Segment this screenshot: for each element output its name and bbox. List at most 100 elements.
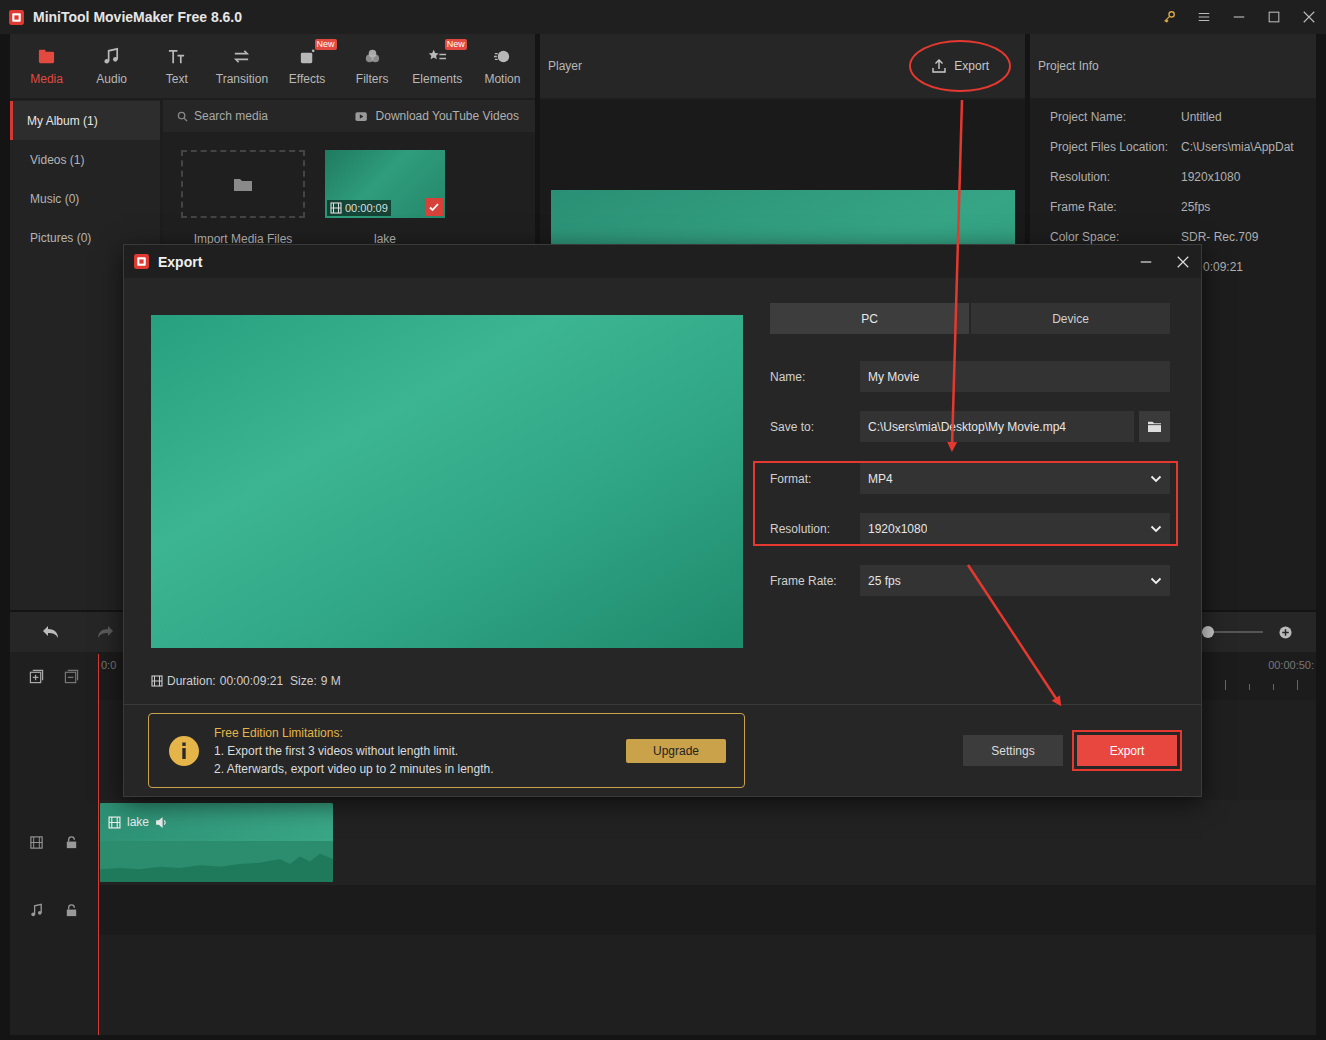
field-label: Frame Rate:: [770, 574, 860, 588]
app-logo-icon: [8, 9, 25, 26]
activate-button[interactable]: [1151, 0, 1186, 34]
info-row: Frame Rate:25fps: [1050, 192, 1316, 222]
empty-track: [98, 935, 1316, 1035]
media-tiles: Import Media Files00:00:09lake: [163, 132, 535, 246]
dialog-button[interactable]: Settings: [963, 735, 1063, 766]
main-toolbar: Media Audio Text Transition NewEffects Filter…: [10, 34, 535, 98]
import-media-tile[interactable]: Import Media Files: [181, 150, 305, 246]
preview-column: Duration:00:00:09:21Size:9 M: [151, 303, 743, 704]
toolbar-tab[interactable]: Filters: [340, 34, 405, 98]
toolbar-tab-label: Effects: [289, 72, 325, 86]
settings-column: PCDeviceName:My MovieSave to:C:\Users\mi…: [770, 303, 1170, 704]
close-button[interactable]: [1291, 0, 1326, 34]
import-box[interactable]: [181, 150, 305, 218]
speaker-icon[interactable]: [155, 816, 168, 829]
info-row: Project Files Location:C:\Users\mia\AppD…: [1050, 132, 1316, 162]
media-icon: [37, 47, 56, 66]
menu-icon: [1197, 10, 1211, 24]
dialog-button[interactable]: Export: [1077, 735, 1177, 766]
menu-button[interactable]: [1186, 0, 1221, 34]
video-track-icon: [29, 835, 44, 850]
field-group: Format:MP4Resolution:1920x1080: [753, 461, 1178, 546]
lock-icon[interactable]: [64, 903, 79, 918]
toolbar-tab[interactable]: Motion: [470, 34, 535, 98]
field-input[interactable]: 25 fps: [860, 565, 1170, 596]
field-label: Save to:: [770, 420, 860, 434]
field-row: Resolution:1920x1080: [770, 513, 1170, 544]
timeline-clip[interactable]: lake: [100, 803, 333, 882]
zoom-knob[interactable]: [1202, 626, 1214, 638]
waveform-icon: [100, 841, 333, 882]
search-icon: [177, 111, 188, 122]
toolbar-tab[interactable]: Text: [144, 34, 209, 98]
export-highlight: Export: [909, 40, 1011, 92]
export-preview: [151, 315, 743, 648]
toolbar-tab[interactable]: NewEffects: [275, 34, 340, 98]
toolbar-tab[interactable]: NewElements: [405, 34, 470, 98]
audio-icon: [102, 47, 121, 66]
dialog-minimize-button[interactable]: [1127, 245, 1164, 278]
playhead[interactable]: [98, 654, 99, 1035]
dialog-close-button[interactable]: [1164, 245, 1201, 278]
info-row: Resolution:1920x1080: [1050, 162, 1316, 192]
project-info-header: Project Info: [1030, 34, 1316, 98]
audio-track: [98, 885, 1316, 935]
media-clip[interactable]: 00:00:09lake: [323, 150, 447, 246]
album-item[interactable]: Videos (1): [10, 140, 160, 179]
redo-button[interactable]: [90, 617, 120, 647]
target-tab[interactable]: Device: [971, 303, 1170, 334]
undo-button[interactable]: [36, 617, 66, 647]
field-label: Resolution:: [770, 522, 860, 536]
toolbar-tab[interactable]: Media: [14, 34, 79, 98]
toolbar-tab[interactable]: Transition: [209, 34, 274, 98]
browse-button[interactable]: [1139, 411, 1170, 442]
zoom-in-button[interactable]: [1275, 617, 1295, 647]
toolbar-tab-label: Media: [30, 72, 63, 86]
target-tab[interactable]: PC: [770, 303, 969, 334]
player-header: Player Export: [540, 34, 1025, 98]
export-icon: [931, 58, 947, 74]
field-input[interactable]: 1920x1080: [860, 513, 1170, 544]
chevron-down-icon: [1150, 577, 1162, 585]
filters-icon: [363, 47, 382, 66]
ruler-label: 0:0: [101, 659, 116, 671]
toolbar-tab-label: Filters: [356, 72, 389, 86]
export-dialog: Export Duration:00:00:09:21Size:9 M PCDevi…: [123, 244, 1202, 797]
field-row: Save to:C:\Users\mia\Desktop\My Movie.mp…: [770, 411, 1170, 442]
upgrade-button[interactable]: Upgrade: [626, 739, 726, 763]
zoom-in-icon: [1279, 626, 1292, 639]
toolbar-tab[interactable]: Audio: [79, 34, 144, 98]
player-title: Player: [548, 59, 909, 73]
minimize-button[interactable]: [1221, 0, 1256, 34]
elements-icon: [428, 47, 447, 66]
limitations-notice: Free Edition Limitations:1. Export the f…: [148, 713, 745, 788]
maximize-button[interactable]: [1256, 0, 1291, 34]
search-field[interactable]: Search media: [177, 109, 355, 123]
export-meta: Duration:00:00:09:21Size:9 M: [151, 674, 743, 688]
field-input[interactable]: MP4: [860, 463, 1170, 494]
check-icon: [428, 201, 440, 213]
remove-track-icon[interactable]: [64, 669, 79, 684]
duration-badge: 00:00:09: [327, 200, 391, 216]
export-fields: Name:My MovieSave to:C:\Users\mia\Deskto…: [770, 359, 1170, 598]
info-row: Project Name:Untitled: [1050, 102, 1316, 132]
key-icon: [1162, 10, 1176, 24]
annotation-arrows: [0, 0, 1326, 1040]
toolbar-tab-label: Transition: [216, 72, 268, 86]
clip-thumbnail[interactable]: 00:00:09: [325, 150, 445, 218]
field-input[interactable]: My Movie: [860, 361, 1170, 392]
lock-icon[interactable]: [64, 835, 79, 850]
add-track-icon[interactable]: [29, 669, 44, 684]
button-highlight: Export: [1072, 730, 1182, 771]
field-group: Frame Rate:25 fps: [753, 563, 1178, 598]
field-input[interactable]: C:\Users\mia\Desktop\My Movie.mp4: [860, 411, 1134, 442]
download-youtube-button[interactable]: Download YouTube Videos: [355, 109, 519, 123]
album-item[interactable]: My Album (1): [10, 101, 160, 140]
export-button[interactable]: Export: [931, 58, 989, 74]
notice-line: 2. Afterwards, export video up to 2 minu…: [214, 762, 612, 776]
selected-check[interactable]: [425, 198, 443, 216]
clip-name: lake: [127, 815, 149, 829]
album-item[interactable]: Music (0): [10, 179, 160, 218]
toolbar-tab-label: Audio: [96, 72, 127, 86]
chevron-down-icon: [1150, 475, 1162, 483]
